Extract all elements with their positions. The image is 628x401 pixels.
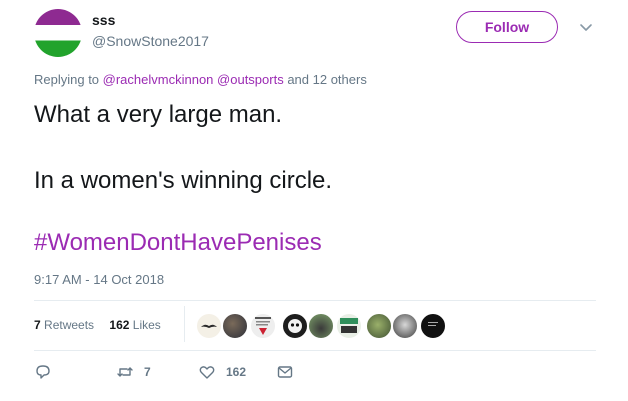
reply-button[interactable] (34, 363, 52, 381)
reply-suffix[interactable]: and 12 others (284, 72, 367, 87)
retweet-icon (117, 367, 133, 377)
retweets-label: Retweets (44, 318, 95, 332)
mustache-icon (201, 324, 217, 328)
author-handle[interactable]: @SnowStone2017 (92, 33, 209, 49)
retweets-count: 7 (34, 318, 41, 332)
likes-count: 162 (109, 318, 130, 332)
envelope-icon (277, 366, 293, 378)
retweet-button[interactable]: 7 (116, 363, 151, 381)
author-avatar[interactable] (34, 9, 82, 57)
author-display-name[interactable]: sss (92, 12, 115, 28)
liker-avatar[interactable] (196, 313, 222, 339)
sign-icon (340, 318, 358, 333)
liker-avatar[interactable] (366, 313, 392, 339)
reply-context: Replying to @rachelvmckinnon @outsports … (34, 72, 367, 87)
follow-button[interactable]: Follow (456, 11, 558, 43)
liker-avatar[interactable] (336, 313, 362, 339)
liker-avatar[interactable] (250, 313, 276, 339)
divider (34, 300, 596, 301)
liker-avatar[interactable] (420, 313, 446, 339)
mask-icon (288, 319, 302, 333)
chevron-down-icon[interactable] (578, 19, 594, 35)
hashtag-link[interactable]: #WomenDontHavePenises (34, 228, 322, 258)
reply-prefix: Replying to (34, 72, 103, 87)
like-count: 162 (226, 365, 247, 379)
text-icon (428, 322, 438, 326)
liker-avatar[interactable] (308, 313, 334, 339)
direct-message-button[interactable] (276, 363, 294, 381)
divider (184, 306, 185, 342)
divider (34, 350, 596, 351)
tweet-text-line: What a very large man. (34, 101, 283, 128)
tweet-stats: 7 Retweets 162 Likes (34, 318, 161, 332)
mention-link[interactable]: @rachelvmckinnon (103, 72, 214, 87)
like-button[interactable]: 162 (198, 363, 246, 381)
tweet-text-line: In a women's winning circle. (34, 167, 333, 194)
likes-stat[interactable]: 162 Likes (109, 318, 160, 332)
flyer-icon (255, 317, 271, 335)
retweets-stat[interactable]: 7 Retweets (34, 318, 94, 332)
liker-avatar[interactable] (282, 313, 308, 339)
mention-link[interactable]: @outsports (217, 72, 284, 87)
heart-icon (199, 366, 215, 379)
reply-icon (36, 365, 50, 379)
liker-avatar[interactable] (392, 313, 418, 339)
tweet-timestamp[interactable]: 9:17 AM - 14 Oct 2018 (34, 272, 164, 287)
liker-avatar[interactable] (222, 313, 248, 339)
likes-label: Likes (132, 318, 161, 332)
retweet-count: 7 (144, 365, 151, 379)
